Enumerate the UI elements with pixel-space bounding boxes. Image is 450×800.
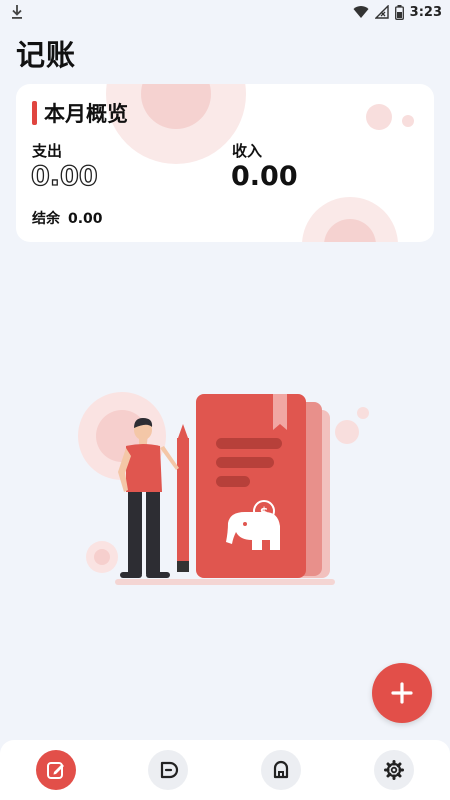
page-title: 记账 <box>16 38 77 72</box>
balance-label: 结余 <box>32 211 60 227</box>
add-record-button[interactable] <box>372 663 432 723</box>
settings-gear-icon <box>384 760 404 780</box>
status-time: 3:23 <box>409 4 442 20</box>
card-header: 本月概览 <box>32 98 128 128</box>
income-value: 0.00 <box>231 161 298 192</box>
balance-value: 0.00 <box>68 211 103 227</box>
decor-circle <box>402 115 414 127</box>
battery-icon <box>394 4 404 20</box>
nav-records[interactable] <box>148 750 188 790</box>
income-label: 收入 <box>232 142 263 160</box>
accent-bar <box>32 101 37 125</box>
plus-icon <box>391 682 413 704</box>
ledger-icon <box>160 761 179 779</box>
bottom-nav <box>0 740 450 800</box>
balance-row: 结余 0.00 <box>32 208 103 228</box>
expense-label: 支出 <box>32 142 63 160</box>
download-icon <box>12 5 22 19</box>
nav-assets[interactable] <box>261 750 301 790</box>
wifi-icon <box>353 6 369 19</box>
monthly-summary-card[interactable]: 本月概览 支出 0.00 收入 0.00 结余 0.00 <box>16 84 434 242</box>
wallet-icon <box>273 760 289 779</box>
nav-settings[interactable] <box>374 750 414 790</box>
decor-circle <box>366 104 392 130</box>
card-title: 本月概览 <box>44 102 128 126</box>
edit-icon <box>47 762 64 779</box>
nav-bookkeeping[interactable] <box>36 750 76 790</box>
no-signal-icon <box>374 5 389 19</box>
status-bar: 3:23 <box>0 0 450 26</box>
empty-state-illustration: $ <box>78 392 369 585</box>
expense-value: 0.00 <box>30 160 98 192</box>
